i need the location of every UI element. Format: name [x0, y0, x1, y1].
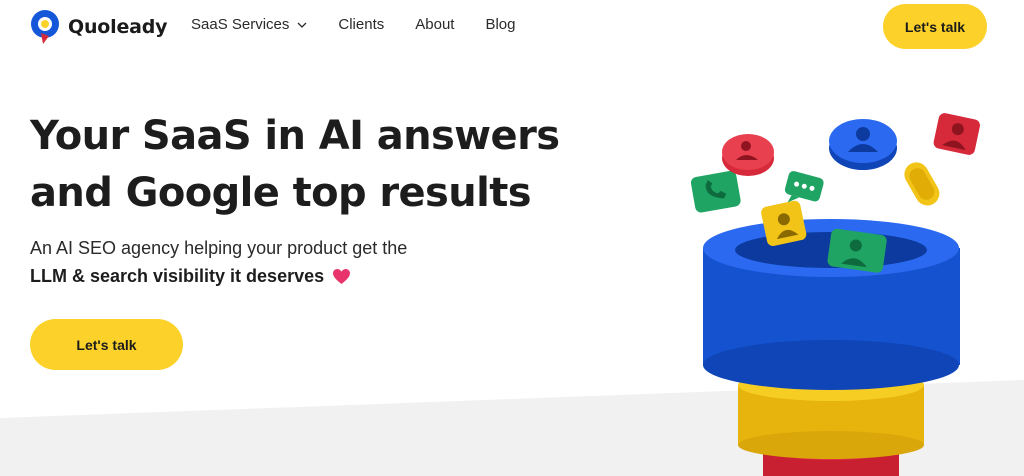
nav-item-saas-services[interactable]: SaaS Services [191, 16, 307, 33]
nav-item-blog[interactable]: Blog [485, 16, 515, 33]
nav-item-label: Clients [338, 16, 385, 33]
hero-title-line-1: Your SaaS in AI answers [30, 113, 560, 159]
heart-icon [333, 268, 351, 284]
hero-subtitle-strong: LLM & search visibility it deserves [30, 262, 351, 290]
icon-red-user-right [933, 113, 980, 155]
icon-yellow-capsule [904, 162, 940, 206]
icon-red-user-left [722, 134, 774, 176]
main-nav: SaaS Services Clients About Blog [191, 16, 546, 33]
nav-item-clients[interactable]: Clients [338, 16, 384, 33]
icon-green-phone [690, 170, 741, 213]
header-lets-talk-button[interactable]: Let's talk [883, 4, 987, 49]
site-header: Quoleady SaaS Services Clients About Blo… [0, 0, 1024, 54]
chevron-down-icon [297, 22, 307, 28]
brand-name: Quoleady [68, 16, 168, 38]
quoleady-logo-icon [31, 10, 59, 44]
hero-lets-talk-button[interactable]: Let's talk [30, 319, 183, 370]
nav-item-label: SaaS Services [191, 16, 290, 33]
nav-item-about[interactable]: About [415, 16, 454, 33]
icon-green-user [827, 228, 887, 273]
funnel-illustration [690, 113, 980, 476]
hero-title: Your SaaS in AI answers and Google top r… [30, 108, 590, 222]
icon-yellow-user [761, 200, 807, 247]
hero-subtitle-strong-text: LLM & search visibility it deserves [30, 266, 325, 286]
hero-subtitle: An AI SEO agency helping your product ge… [30, 238, 408, 258]
hero-title-line-2: and Google top results [30, 170, 532, 216]
nav-item-label: About [415, 16, 455, 33]
icon-blue-user [829, 119, 897, 170]
nav-item-label: Blog [485, 16, 516, 33]
logo[interactable]: Quoleady [29, 9, 168, 45]
